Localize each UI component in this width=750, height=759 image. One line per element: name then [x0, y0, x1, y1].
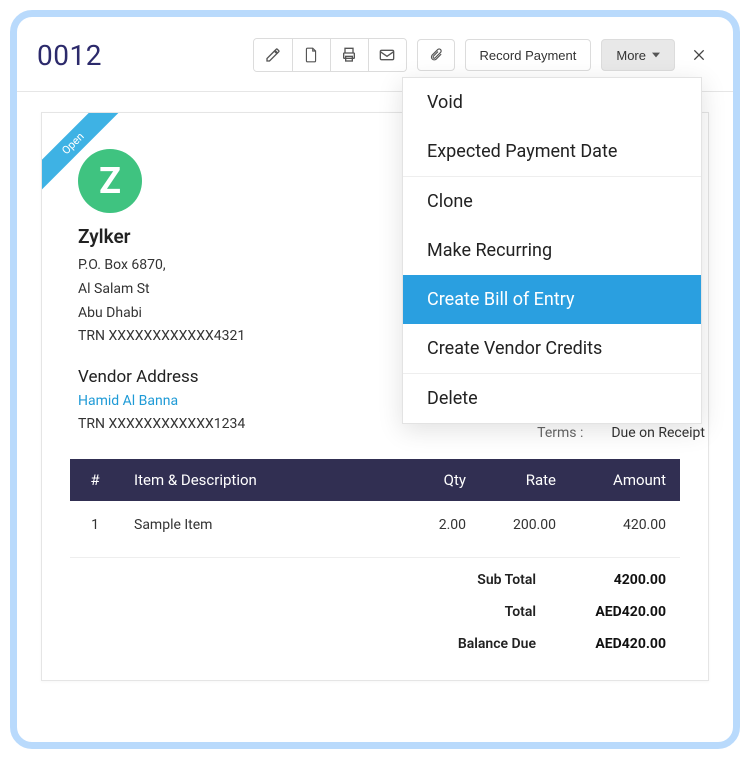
table-row: 1 Sample Item 2.00 200.00 420.00 [70, 501, 680, 549]
cell-qty: 2.00 [390, 501, 480, 549]
balance-value: AED420.00 [566, 636, 666, 652]
subtotal-row: Sub Total 4200.00 [386, 572, 666, 588]
cell-index: 1 [70, 501, 120, 549]
record-payment-button[interactable]: Record Payment [465, 39, 592, 71]
status-ribbon: Open [42, 113, 132, 203]
pdf-button[interactable] [292, 39, 330, 71]
line-items-table: # Item & Description Qty Rate Amount 1 S… [70, 459, 680, 549]
total-row: Total AED420.00 [386, 604, 666, 620]
menu-void[interactable]: Void [403, 78, 701, 127]
menu-create-vendor-credits[interactable]: Create Vendor Credits [403, 324, 701, 373]
status-badge: Open [42, 113, 126, 197]
totals-block: Sub Total 4200.00 Total AED420.00 Balanc… [70, 572, 680, 652]
pdf-icon [304, 47, 318, 63]
menu-clone[interactable]: Clone [403, 177, 701, 226]
paperclip-icon [429, 47, 443, 63]
more-dropdown: Void Expected Payment Date Clone Make Re… [402, 77, 702, 424]
total-label: Total [386, 604, 536, 620]
total-value: AED420.00 [566, 604, 666, 620]
close-icon [691, 47, 707, 63]
record-payment-label: Record Payment [480, 48, 577, 63]
cell-item: Sample Item [120, 501, 390, 549]
col-rate: Rate [480, 459, 570, 501]
col-amount: Amount [570, 459, 680, 501]
header-bar: 0012 [37, 33, 713, 77]
terms-label: Terms : [537, 425, 583, 441]
print-button[interactable] [330, 39, 368, 71]
subtotal-value: 4200.00 [566, 572, 666, 588]
col-hash: # [70, 459, 120, 501]
col-qty: Qty [390, 459, 480, 501]
menu-make-recurring[interactable]: Make Recurring [403, 226, 701, 275]
mail-icon [379, 48, 395, 62]
terms-value: Due on Receipt [611, 425, 705, 441]
more-button[interactable]: More [601, 39, 675, 71]
balance-row: Balance Due AED420.00 [386, 636, 666, 652]
menu-create-bill-of-entry[interactable]: Create Bill of Entry [403, 275, 701, 324]
menu-delete[interactable]: Delete [403, 374, 701, 423]
table-header: # Item & Description Qty Rate Amount [70, 459, 680, 501]
bill-detail-panel: 0012 [10, 10, 740, 749]
more-label: More [616, 48, 646, 63]
cell-rate: 200.00 [480, 501, 570, 549]
toolbar: Record Payment More [253, 38, 713, 72]
balance-label: Balance Due [386, 636, 536, 652]
subtotal-label: Sub Total [386, 572, 536, 588]
terms-block: Terms : Due on Receipt [537, 425, 705, 441]
cell-amount: 420.00 [570, 501, 680, 549]
edit-button[interactable] [254, 39, 292, 71]
menu-expected-payment-date[interactable]: Expected Payment Date [403, 127, 701, 176]
print-icon [341, 47, 357, 63]
toolbar-primary-group [253, 38, 407, 72]
bill-number: 0012 [37, 39, 102, 72]
table-separator [70, 557, 680, 558]
pencil-icon [265, 47, 281, 63]
email-button[interactable] [368, 39, 406, 71]
col-item: Item & Description [120, 459, 390, 501]
caret-down-icon [652, 52, 660, 58]
attachment-button[interactable] [417, 39, 455, 71]
close-button[interactable] [685, 41, 713, 69]
